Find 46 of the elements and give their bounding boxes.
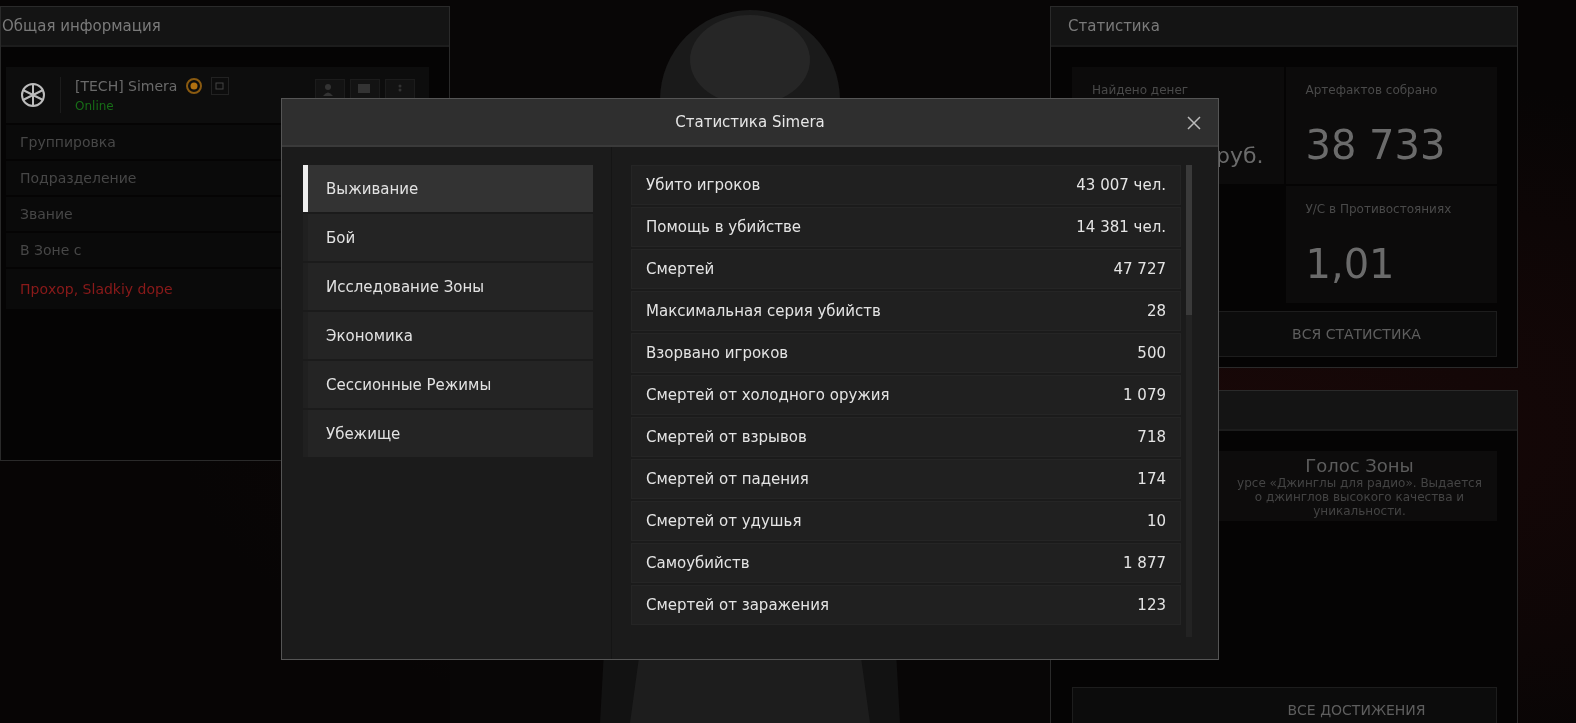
category-tab[interactable]: Экономика <box>303 312 593 359</box>
stat-number: 1 079 <box>1123 386 1166 404</box>
achievement-description: уникальности. <box>1313 504 1406 518</box>
stat-value: 1,01 <box>1305 241 1395 287</box>
category-tab[interactable]: Исследование Зоны <box>303 263 593 310</box>
stat-name: Смертей <box>646 260 715 278</box>
player-name: [TECH] Simera <box>75 78 178 94</box>
add-friend-button[interactable] <box>315 79 345 101</box>
stat-name: Самоубийств <box>646 554 750 572</box>
stat-label: Найдено денег <box>1092 83 1190 97</box>
message-button[interactable] <box>350 79 380 101</box>
stat-value: 38 733 <box>1305 122 1446 168</box>
online-status: Online <box>75 99 115 113</box>
achievement-description: урсе «Джинглы для радио». Выдается <box>1237 476 1482 490</box>
stat-number: 10 <box>1146 512 1166 530</box>
stat-number: 1 877 <box>1123 554 1166 572</box>
stat-name: Взорвано игроков <box>646 344 789 362</box>
emblem-icon <box>20 82 46 108</box>
more-button[interactable] <box>385 79 415 101</box>
stat-name: Убито игроков <box>646 176 761 194</box>
stat-name: Смертей от удушья <box>646 512 802 530</box>
panel-title: Статистика <box>1051 7 1517 47</box>
stat-label: У/С в Противостояниях <box>1305 202 1453 216</box>
stat-name: Смертей от заражения <box>646 596 829 614</box>
stat-number: 14 381 чел. <box>1076 218 1166 236</box>
stat-number: 43 007 чел. <box>1076 176 1166 194</box>
badge-icon <box>185 77 204 95</box>
stat-number: 718 <box>1137 428 1166 446</box>
stat-name: Максимальная серия убийств <box>646 302 881 320</box>
stat-number: 174 <box>1137 470 1166 488</box>
stat-number: 123 <box>1137 596 1166 614</box>
stat-number: 47 727 <box>1113 260 1166 278</box>
scrollbar[interactable] <box>1186 165 1192 637</box>
achievement-title: Голос Зоны <box>1305 455 1414 476</box>
category-tab[interactable]: Убежище <box>303 410 593 457</box>
panel-title: Общая информация <box>1 7 449 47</box>
stat-name: Смертей от падения <box>646 470 809 488</box>
stat-name: Смертей от холодного оружия <box>646 386 890 404</box>
category-tab[interactable]: Бой <box>303 214 593 261</box>
message-icon <box>358 84 372 96</box>
category-tab[interactable]: Сессионные Режимы <box>303 361 593 408</box>
stat-name: Помощь в убийстве <box>646 218 801 236</box>
stat-label: Артефактов собрано <box>1305 83 1439 97</box>
dialog-title: Статистика Simera <box>675 113 825 131</box>
stat-name: Смертей от взрывов <box>646 428 807 446</box>
category-tab[interactable]: Выживание <box>303 165 593 212</box>
